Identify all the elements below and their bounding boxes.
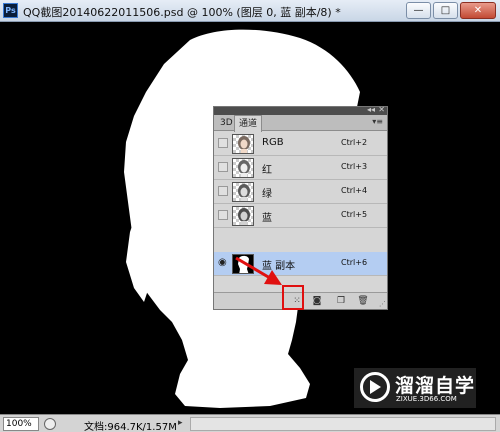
watermark-url: ZIXUE.3D66.COM bbox=[396, 395, 457, 403]
play-icon bbox=[370, 380, 381, 394]
status-info-icon[interactable] bbox=[44, 418, 56, 430]
status-menu-arrow-icon[interactable]: ▸ bbox=[178, 418, 183, 428]
status-bar: 100% 文档:964.7K/1.57M ▸ bbox=[0, 414, 500, 432]
watermark-text: 溜溜自学 bbox=[395, 375, 476, 397]
zoom-level-field[interactable]: 100% bbox=[3, 417, 39, 431]
document-size-info: 文档:964.7K/1.57M bbox=[84, 422, 177, 432]
horizontal-scrollbar[interactable] bbox=[190, 417, 496, 431]
watermark-logo: 溜溜自学 ZIXUE.3D66.COM bbox=[354, 368, 476, 408]
